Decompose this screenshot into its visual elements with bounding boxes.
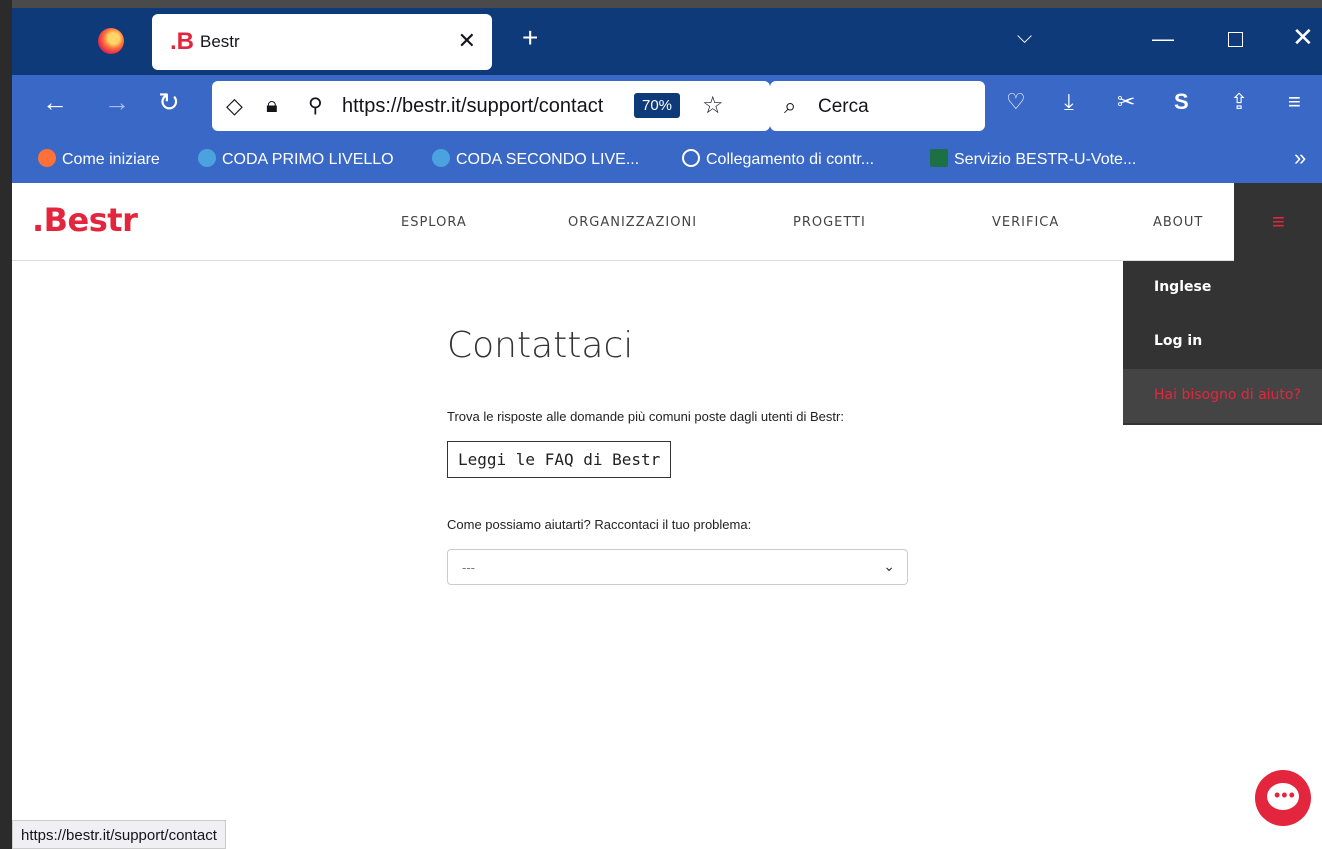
chat-icon — [198, 149, 216, 167]
menu-item-label: Hai bisogno di aiuto? — [1154, 387, 1301, 403]
pocket-icon[interactable]: ♡ — [1006, 91, 1026, 113]
bookmark-label: Come iniziare — [62, 151, 160, 168]
chat-widget-button[interactable]: ••• — [1255, 770, 1311, 826]
webpage: .Bestr ESPLORA ORGANIZZAZIONI PROGETTI V… — [12, 183, 1322, 849]
tab-bestr[interactable]: .B Bestr ✕ — [152, 14, 492, 70]
problem-label: Come possiamo aiutarti? Raccontaci il tu… — [447, 517, 752, 532]
browser-window: .B Bestr ✕ + ⌵ — ✕ ← → ↻ ◇ 🔒︎ ⚲ https://… — [12, 8, 1322, 849]
menu-item-help[interactable]: Hai bisogno di aiuto? — [1123, 369, 1322, 423]
bookmark-label: CODA PRIMO LIVELLO — [222, 151, 394, 168]
download-icon[interactable]: ⤓ — [1064, 91, 1074, 113]
globe-icon — [682, 149, 700, 167]
chevron-right-icon[interactable]: » — [1294, 145, 1306, 171]
tab-bar: .B Bestr ✕ + ⌵ — ✕ — [12, 8, 1322, 75]
faq-intro-text: Trova le risposte alle domande più comun… — [447, 409, 844, 424]
nav-progetti[interactable]: PROGETTI — [793, 215, 866, 230]
menu-icon[interactable]: ≡ — [1288, 91, 1301, 113]
desktop-edge — [0, 0, 12, 849]
bestr-favicon-icon: .B — [170, 28, 194, 55]
forward-icon[interactable]: → — [104, 89, 130, 115]
lock-icon[interactable]: 🔒︎ — [266, 92, 278, 118]
bookmark-coda-secondo-livello[interactable]: CODA SECONDO LIVE... — [432, 149, 639, 169]
search-placeholder: Cerca — [818, 96, 869, 117]
header-dropdown-menu: Inglese Log in Hai bisogno di aiuto? — [1123, 261, 1322, 425]
close-tab-icon[interactable]: ✕ — [458, 28, 476, 54]
tab-title: Bestr — [200, 32, 240, 51]
nav-verifica[interactable]: VERIFICA — [992, 215, 1059, 230]
nav-esplora[interactable]: ESPLORA — [401, 215, 467, 230]
extension-s-icon[interactable]: S — [1174, 91, 1189, 113]
menu-item-inglese[interactable]: Inglese — [1123, 261, 1322, 315]
permissions-icon[interactable]: ⚲ — [308, 93, 323, 118]
faq-button[interactable]: Leggi le FAQ di Bestr — [447, 441, 672, 478]
nav-organizzazioni[interactable]: ORGANIZZAZIONI — [568, 215, 697, 230]
new-tab-icon[interactable]: + — [522, 24, 538, 52]
bookmark-star-icon[interactable]: ☆ — [702, 91, 724, 120]
bookmark-label: Servizio BESTR-U-Vote... — [954, 151, 1137, 168]
bestr-logo[interactable]: .Bestr — [32, 201, 138, 239]
page-title: Contattaci — [447, 325, 634, 366]
status-bar-url: https://bestr.it/support/contact — [12, 820, 226, 849]
bookmark-label: Collegamento di contr... — [706, 151, 875, 168]
url-text[interactable]: https://bestr.it/support/contact — [342, 95, 632, 118]
chevron-down-icon: ⌄ — [883, 558, 895, 574]
search-input[interactable]: ⌕ Cerca — [770, 81, 985, 131]
minimize-icon[interactable]: — — [1152, 26, 1174, 52]
bookmark-collegamento[interactable]: Collegamento di contr... — [682, 149, 874, 169]
site-header: .Bestr ESPLORA ORGANIZZAZIONI PROGETTI V… — [12, 183, 1322, 261]
contact-form: Contattaci Trova le risposte alle domand… — [447, 325, 917, 585]
bookmark-come-iniziare[interactable]: Come iniziare — [38, 149, 160, 169]
chat-dots-icon: ••• — [1274, 785, 1296, 805]
chevron-down-icon[interactable]: ⌵ — [1017, 26, 1032, 49]
excel-icon — [930, 149, 948, 167]
firefox-icon[interactable] — [98, 28, 124, 54]
navigation-toolbar: ← → ↻ ◇ 🔒︎ ⚲ https://bestr.it/support/co… — [12, 75, 1322, 137]
reload-icon[interactable]: ↻ — [158, 89, 180, 115]
menu-item-label: Inglese — [1154, 279, 1212, 295]
menu-item-login[interactable]: Log in — [1123, 315, 1322, 369]
select-value: --- — [462, 560, 475, 575]
zoom-level-badge[interactable]: 70% — [634, 93, 681, 118]
bookmark-label: CODA SECONDO LIVE... — [456, 151, 640, 168]
desktop-background — [0, 0, 1322, 8]
hamburger-button[interactable]: ≡ — [1234, 183, 1322, 261]
share-icon[interactable]: ⇪ — [1230, 91, 1248, 113]
firefox-icon — [38, 149, 56, 167]
maximize-icon[interactable] — [1228, 32, 1243, 47]
bookmarks-toolbar: Come iniziare CODA PRIMO LIVELLO CODA SE… — [12, 137, 1322, 183]
menu-item-label: Log in — [1154, 333, 1203, 349]
screenshot-icon[interactable]: ✂ — [1117, 91, 1135, 113]
shield-icon[interactable]: ◇ — [226, 93, 243, 119]
address-bar[interactable]: ◇ 🔒︎ ⚲ https://bestr.it/support/contact … — [212, 81, 770, 131]
search-icon: ⌕ — [784, 93, 797, 118]
bookmark-coda-primo-livello[interactable]: CODA PRIMO LIVELLO — [198, 149, 394, 169]
chat-icon — [432, 149, 450, 167]
problem-select[interactable]: --- ⌄ — [447, 549, 908, 585]
back-icon[interactable]: ← — [42, 89, 68, 115]
bookmark-servizio-bestr[interactable]: Servizio BESTR-U-Vote... — [930, 149, 1136, 169]
hamburger-icon: ≡ — [1272, 209, 1285, 234]
close-window-icon[interactable]: ✕ — [1292, 22, 1314, 53]
nav-about[interactable]: ABOUT — [1153, 215, 1203, 230]
